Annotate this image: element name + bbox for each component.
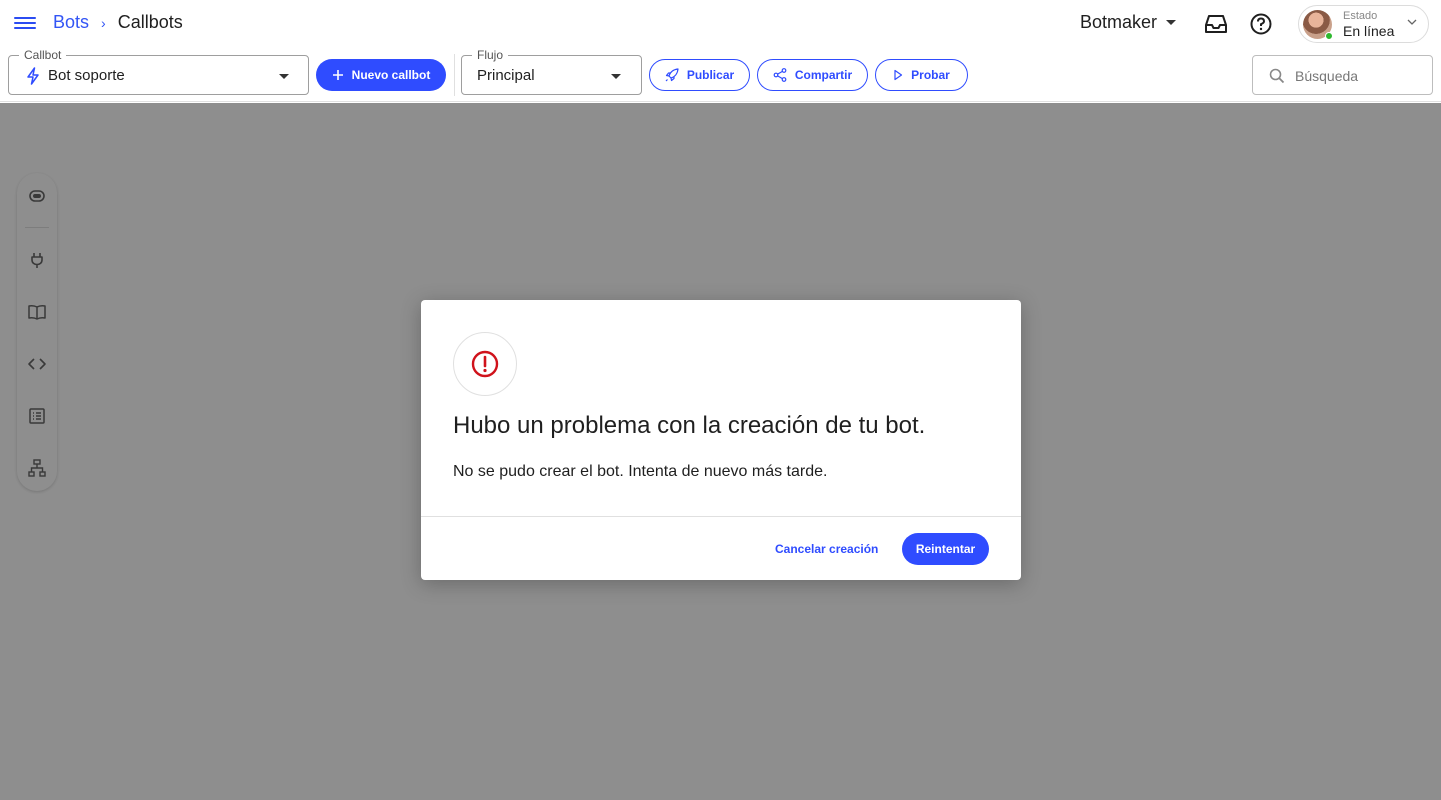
org-selector[interactable]: Botmaker xyxy=(1080,12,1177,33)
toolbar-divider xyxy=(454,54,455,96)
dialog-title: Hubo un problema con la creación de tu b… xyxy=(453,412,926,439)
breadcrumb-bots-link[interactable]: Bots xyxy=(53,12,89,33)
retry-button[interactable]: Reintentar xyxy=(902,533,989,565)
top-bar: Bots › Callbots Botmaker Estado En línea xyxy=(0,0,1441,48)
bolt-icon xyxy=(27,67,39,85)
search-box xyxy=(1252,55,1433,95)
share-label: Compartir xyxy=(794,68,853,82)
rocket-icon xyxy=(665,68,679,82)
plus-icon xyxy=(332,70,343,80)
dropdown-caret-icon xyxy=(611,74,621,79)
breadcrumb: Bots › Callbots xyxy=(53,12,183,33)
dropdown-caret-icon xyxy=(1166,20,1177,25)
search-icon xyxy=(1269,68,1285,84)
publish-label: Publicar xyxy=(686,68,735,82)
inbox-icon[interactable] xyxy=(1204,13,1228,35)
org-name: Botmaker xyxy=(1080,12,1158,32)
menu-icon[interactable] xyxy=(14,14,36,34)
status-label: Estado xyxy=(1343,10,1378,22)
new-callbot-button[interactable]: Nuevo callbot xyxy=(316,59,446,91)
flow-select-value: Principal xyxy=(477,67,535,84)
error-icon xyxy=(471,350,499,378)
publish-button[interactable]: Publicar xyxy=(649,59,750,91)
dialog-divider xyxy=(421,516,1021,517)
test-button[interactable]: Probar xyxy=(875,59,968,91)
breadcrumb-separator: › xyxy=(101,14,106,31)
share-icon xyxy=(773,68,787,82)
flow-select[interactable]: Flujo Principal xyxy=(461,48,642,95)
status-value: En línea xyxy=(1343,23,1395,39)
toolbar: Callbot Bot soporte Nuevo callbot Flujo … xyxy=(0,48,1441,102)
flow-select-label: Flujo xyxy=(472,48,509,62)
new-callbot-label: Nuevo callbot xyxy=(351,68,431,82)
callbot-select-label: Callbot xyxy=(19,48,67,62)
chevron-down-icon xyxy=(1407,19,1417,25)
error-icon-container xyxy=(453,332,517,396)
online-status-dot xyxy=(1325,32,1333,40)
test-label: Probar xyxy=(911,68,950,82)
page-title: Callbots xyxy=(117,12,183,32)
dialog-message: No se pudo crear el bot. Intenta de nuev… xyxy=(453,463,828,480)
cancel-creation-button[interactable]: Cancelar creación xyxy=(765,533,888,565)
help-icon[interactable] xyxy=(1250,13,1272,35)
status-selector[interactable]: Estado En línea xyxy=(1298,5,1429,43)
callbot-select-value: Bot soporte xyxy=(48,67,125,84)
play-icon xyxy=(894,69,903,81)
search-input[interactable] xyxy=(1295,65,1425,87)
callbot-select[interactable]: Callbot Bot soporte xyxy=(8,48,309,95)
share-button[interactable]: Compartir xyxy=(757,59,868,91)
error-dialog: Hubo un problema con la creación de tu b… xyxy=(421,300,1021,580)
dropdown-caret-icon xyxy=(279,74,289,79)
